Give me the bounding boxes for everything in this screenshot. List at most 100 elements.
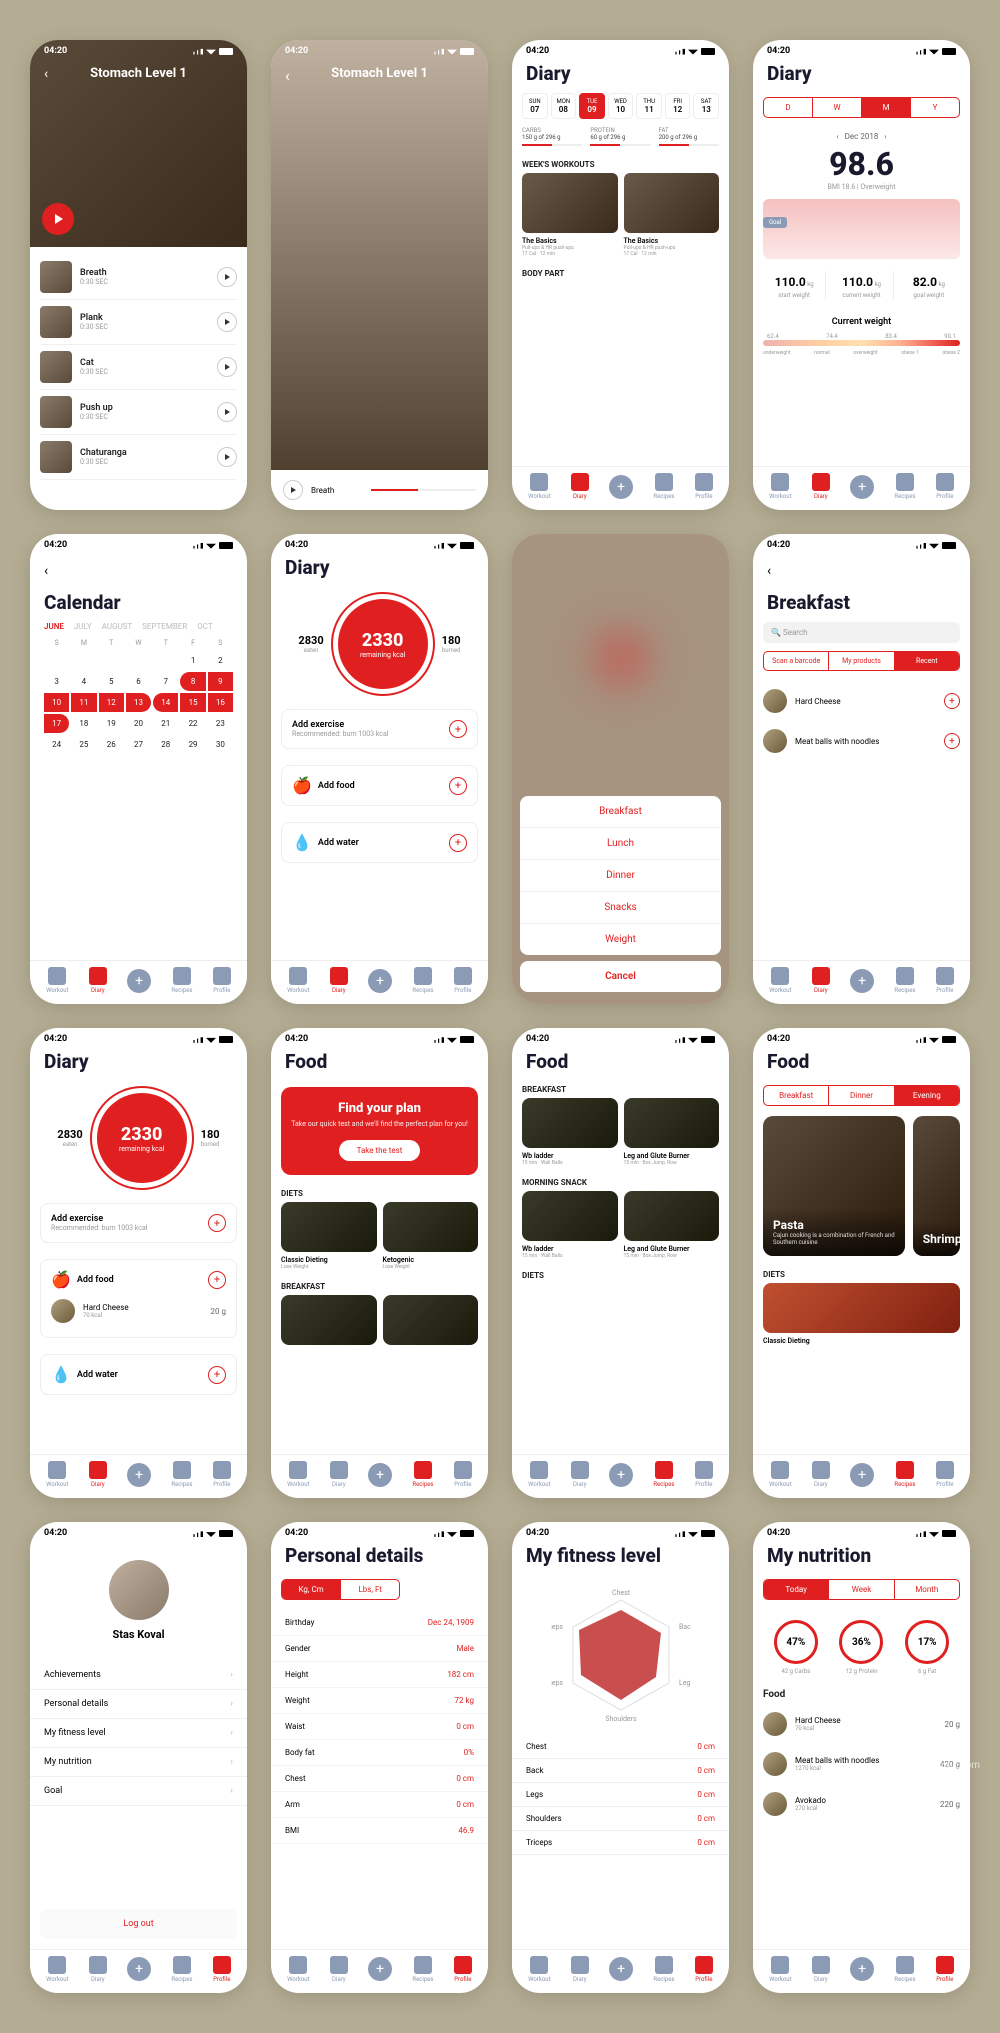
add-icon[interactable]: + (944, 693, 960, 709)
calendar-day[interactable]: 11 (71, 693, 96, 712)
tab-profile[interactable]: Profile (936, 473, 954, 500)
add-food-card[interactable]: 🍎Add food+ Hard Cheese70 kcal20 g (40, 1259, 237, 1338)
tab-recipes[interactable]: Recipes (894, 1461, 915, 1488)
tab-add[interactable]: + (127, 1957, 151, 1981)
tab-workout[interactable]: Workout (46, 1956, 68, 1983)
tab-workout[interactable]: Workout (287, 1956, 309, 1983)
workout-card[interactable]: The BasicsPull-ups & HR push-ups17 Cal ·… (624, 173, 720, 257)
calendar-day[interactable]: 4 (71, 672, 96, 691)
sheet-option[interactable]: Breakfast (520, 796, 721, 828)
detail-row[interactable]: Body fat0% (271, 1740, 488, 1766)
tab-profile[interactable]: Profile (936, 1461, 954, 1488)
calendar-day[interactable]: 25 (71, 735, 96, 754)
tab-profile[interactable]: Profile (695, 1956, 713, 1983)
seg-option[interactable]: M (862, 98, 911, 117)
back-icon[interactable]: ‹ (44, 66, 48, 82)
tab-workout[interactable]: Workout (528, 1461, 550, 1488)
tab-add[interactable]: + (609, 1463, 633, 1487)
period-tab[interactable]: Week (829, 1580, 894, 1599)
add-icon[interactable]: + (449, 720, 467, 738)
food-item[interactable]: Avokado270 kcal220 g (753, 1784, 970, 1824)
tab-add[interactable]: + (850, 475, 874, 499)
diet-card[interactable]: KetogenicLose Weight (383, 1202, 479, 1270)
tab-workout[interactable]: Workout (287, 967, 309, 994)
unit-option[interactable]: Kg, Cm (282, 1580, 341, 1599)
play-icon[interactable] (217, 402, 237, 422)
filter-chip[interactable]: Scan a barcode (764, 652, 829, 670)
calendar-day[interactable]: 19 (99, 714, 124, 733)
tab-profile[interactable]: Profile (454, 967, 472, 994)
tab-diary[interactable]: Diary (571, 1956, 589, 1983)
add-water-card[interactable]: 💧Add water+ (40, 1354, 237, 1395)
tab-add[interactable]: + (368, 1463, 392, 1487)
play-icon[interactable] (217, 267, 237, 287)
tab-profile[interactable]: Profile (695, 473, 713, 500)
meal-tab[interactable]: Dinner (829, 1086, 894, 1105)
profile-row[interactable]: Personal details› (30, 1690, 247, 1719)
filter-chip[interactable]: Recent (895, 652, 959, 670)
tab-recipes[interactable]: Recipes (412, 1956, 433, 1983)
tab-workout[interactable]: Workout (769, 1956, 791, 1983)
video-player[interactable]: ‹ Stomach Level 1 (271, 40, 488, 470)
day-cell[interactable]: FRI12 (665, 93, 691, 119)
calendar-day[interactable]: 9 (208, 672, 233, 691)
tab-workout[interactable]: Workout (528, 1956, 550, 1983)
calendar-day[interactable]: 10 (44, 693, 69, 712)
detail-row[interactable]: BMI46.9 (271, 1818, 488, 1844)
tab-add[interactable]: + (368, 969, 392, 993)
take-test-button[interactable]: Take the test (339, 1140, 421, 1161)
period-tab[interactable]: Month (895, 1580, 959, 1599)
seg-option[interactable]: Y (911, 98, 959, 117)
profile-row[interactable]: Achievements› (30, 1661, 247, 1690)
tab-diary[interactable]: Diary (571, 1461, 589, 1488)
tab-diary[interactable]: Diary (89, 1461, 107, 1488)
unit-option[interactable]: Lbs, Ft (341, 1580, 399, 1599)
tab-diary[interactable]: Diary (330, 1461, 348, 1488)
seg-option[interactable]: D (764, 98, 813, 117)
sheet-option[interactable]: Snacks (520, 892, 721, 924)
profile-row[interactable]: My fitness level› (30, 1719, 247, 1748)
month-tab[interactable]: OCT (197, 622, 212, 631)
month-tab[interactable]: AUGUST (102, 622, 133, 631)
tab-diary[interactable]: Diary (812, 473, 830, 500)
tab-recipes[interactable]: Recipes (653, 1461, 674, 1488)
tab-profile[interactable]: Profile (213, 1956, 231, 1983)
exercise-item[interactable]: Chaturanga0:30 SEC (40, 435, 237, 480)
tab-diary[interactable]: Diary (89, 967, 107, 994)
day-cell[interactable]: TUE09 (579, 93, 605, 119)
detail-row[interactable]: Weight72 kg (271, 1688, 488, 1714)
calendar-day[interactable]: 28 (153, 735, 178, 754)
filter-chip[interactable]: My products (829, 652, 894, 670)
calendar-day[interactable]: 1 (180, 651, 205, 670)
calendar-day[interactable]: 14 (153, 693, 178, 712)
tab-profile[interactable]: Profile (454, 1461, 472, 1488)
tab-add[interactable]: + (127, 969, 151, 993)
tab-workout[interactable]: Workout (528, 473, 550, 500)
month-tab[interactable]: JULY (74, 622, 92, 631)
add-food-card[interactable]: 🍎Add food + (281, 765, 478, 806)
tab-add[interactable]: + (850, 1957, 874, 1981)
tab-diary[interactable]: Diary (812, 967, 830, 994)
profile-row[interactable]: My nutrition› (30, 1748, 247, 1777)
add-water-card[interactable]: 💧Add water + (281, 822, 478, 863)
tab-diary[interactable]: Diary (330, 967, 348, 994)
tab-workout[interactable]: Workout (769, 473, 791, 500)
meal-card[interactable]: Leg and Glute Burner15 min · Box Jump, R… (624, 1098, 720, 1166)
tab-profile[interactable]: Profile (695, 1461, 713, 1488)
tab-recipes[interactable]: Recipes (894, 967, 915, 994)
sheet-option[interactable]: Lunch (520, 828, 721, 860)
add-icon[interactable]: + (944, 733, 960, 749)
play-button[interactable] (42, 203, 74, 235)
measurement-row[interactable]: Legs0 cm (512, 1783, 729, 1807)
calendar-day[interactable]: 13 (126, 693, 151, 712)
calendar-day[interactable]: 7 (153, 672, 178, 691)
period-tab[interactable]: Today (764, 1580, 829, 1599)
tab-recipes[interactable]: Recipes (653, 473, 674, 500)
tab-diary[interactable]: Diary (812, 1956, 830, 1983)
meal-card[interactable]: Leg and Glute Burner15 min · Box Jump, R… (624, 1191, 720, 1259)
day-cell[interactable]: MON08 (551, 93, 577, 119)
back-icon[interactable]: ‹ (44, 563, 48, 579)
food-item[interactable]: Hard Cheese70 kcal20 g (753, 1704, 970, 1744)
tab-recipes[interactable]: Recipes (894, 1956, 915, 1983)
add-exercise-card[interactable]: Add exerciseRecommended: burn 1003 kcal+ (40, 1203, 237, 1243)
